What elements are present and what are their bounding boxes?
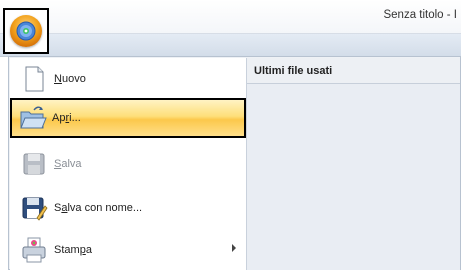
menu-item-save-as-label: Salva con nome... [54,202,143,214]
application-menu-button[interactable] [3,8,49,54]
menu-item-new[interactable]: Nuovo [12,59,244,99]
menu-item-save-as[interactable]: Salva con nome... [12,188,244,228]
menu-item-print-label: Stampa [54,244,92,256]
recent-files-pane: Ultimi file usati [247,58,460,270]
save-disk-icon [20,150,48,178]
submenu-arrow-icon [232,244,236,252]
application-menu-list: Nuovo Apri... Salva Salva con nome... St… [10,58,247,270]
window-title: Senza titolo - I [383,9,457,21]
menu-item-save-label: Salva [54,158,82,170]
menu-item-open-label: Apri... [52,112,81,124]
menu-item-save[interactable]: Salva [12,144,244,184]
printer-icon [20,236,48,264]
menu-item-open[interactable]: Apri... [10,98,246,138]
menu-item-new-label: Nuovo [54,73,86,85]
app-orb-icon [10,15,42,47]
title-bar: Senza titolo - I [0,0,461,34]
open-folder-icon [18,104,47,132]
ribbon-strip [0,34,461,57]
new-document-icon [20,65,48,93]
menu-item-print[interactable]: Stampa [12,230,244,270]
save-as-icon [20,194,48,222]
recent-files-title: Ultimi file usati [247,58,460,84]
